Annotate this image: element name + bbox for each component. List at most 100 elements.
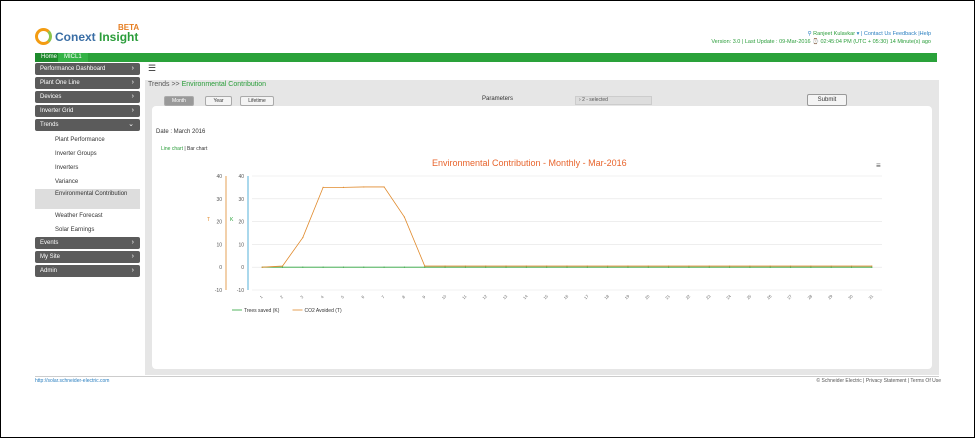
data-point (830, 265, 832, 267)
data-point (789, 266, 792, 268)
left-axis-label: T (207, 217, 210, 223)
data-point (586, 265, 588, 267)
sidebar-item-inverter-grid[interactable]: Inverter Grid › (35, 105, 140, 117)
data-point (363, 266, 365, 268)
x-tick-label: 12 (481, 293, 488, 300)
chevron-right-icon: › (131, 239, 134, 246)
x-tick-label: 1 (259, 294, 265, 300)
data-point (647, 265, 649, 267)
sidebar-subitem-environmental-contribution[interactable]: Environmental Contribution (35, 189, 140, 209)
sidebar-item-trends[interactable]: Trends ⌄ (35, 119, 140, 131)
sidebar-item-label: Admin (40, 268, 58, 274)
submit-button[interactable]: Submit (807, 94, 847, 106)
data-point (607, 265, 609, 267)
user-dropdown-icon[interactable]: ▾ | (855, 31, 864, 37)
data-point (871, 266, 873, 268)
sidebar-item-label: Devices (40, 94, 62, 100)
sidebar-item-devices[interactable]: Devices › (35, 91, 140, 103)
legend-label: CO2 Avoided (T) (305, 308, 342, 314)
right-axis-label: K (230, 217, 234, 223)
footer-link[interactable]: http://solar.schneider-electric.com (35, 378, 109, 384)
chart: -10 -100 010 1020 2030 3040 40T K1 2 3 4 5 6 7 8 9 10 11 1… (207, 174, 882, 314)
data-point (342, 186, 345, 188)
chevron-right-icon: › (131, 93, 134, 100)
data-point (505, 265, 507, 267)
logo-mark-icon (35, 28, 52, 45)
parameters-label: Parameters (482, 96, 514, 102)
chart-type-links: Line chart | Bar chart (161, 146, 207, 152)
sidebar-subitem-plant-performance[interactable]: Plant Performance (35, 133, 140, 147)
brand-name-1: Conext (55, 30, 100, 44)
date-line: Date : March 2016 (156, 129, 206, 135)
x-tick-label: 20 (644, 293, 651, 300)
x-tick-label: 24 (725, 293, 732, 300)
data-point (810, 265, 812, 267)
sidebar-item-label: Inverter Grid (40, 108, 74, 114)
sidebar-subitem-variance[interactable]: Variance (35, 175, 140, 189)
line-chart-link[interactable]: Line chart (161, 146, 183, 152)
data-point (789, 265, 792, 267)
chevron-right-icon: › (131, 253, 134, 260)
sidebar-subitem-inverter-groups[interactable]: Inverter Groups (35, 147, 140, 161)
sidebar-subitem-weather-forecast[interactable]: Weather Forecast (35, 209, 140, 223)
sidebar-subitem-inverters[interactable]: Inverters (35, 161, 140, 175)
sidebar-item-label: My Site (40, 254, 61, 260)
x-tick-label: 22 (685, 293, 692, 300)
sidebar-item-performance-dashboard[interactable]: Performance Dashboard › (35, 63, 140, 75)
y-tick-label-right: -10 (237, 288, 244, 294)
data-point (647, 266, 649, 268)
parameters-select[interactable]: › 2 - selected (575, 96, 652, 105)
chevron-right-icon: › (131, 107, 134, 114)
x-tick-label: 7 (380, 294, 386, 300)
data-point (830, 266, 832, 268)
y-tick-label-left: 40 (216, 174, 222, 180)
x-tick-label: 25 (746, 293, 753, 300)
data-point (566, 266, 568, 268)
data-point (769, 266, 771, 268)
sidebar-item-my-site[interactable]: My Site › (35, 251, 140, 263)
data-point (444, 265, 446, 267)
breadcrumb-site[interactable]: MICL1 (58, 53, 88, 62)
x-tick-label: 9 (421, 294, 427, 300)
sidebar-item-plant-one-line[interactable]: Plant One Line › (35, 77, 140, 89)
data-point (607, 266, 609, 268)
chevron-right-icon: › (131, 65, 134, 72)
data-point (281, 265, 284, 267)
data-point (627, 266, 629, 268)
footer-legal[interactable]: © Schneider Electric | Privacy Statement… (816, 378, 941, 384)
header-links[interactable]: Contact Us Feedback |Help (864, 31, 931, 37)
data-point (424, 266, 426, 268)
sidebar-item-events[interactable]: Events › (35, 237, 140, 249)
page-title-current: Environmental Contribution (181, 81, 267, 88)
x-tick-label: 10 (441, 293, 448, 300)
y-tick-label-right: 0 (241, 265, 244, 271)
data-point (525, 266, 527, 268)
x-tick-label: 5 (340, 294, 346, 300)
menu-toggle-icon[interactable]: ☰ (146, 64, 158, 74)
x-tick-label: 15 (542, 293, 549, 300)
data-point (525, 265, 527, 267)
period-year-button[interactable]: Year (205, 96, 232, 106)
user-line: ⚲ Ranjeet Kulavkar ▾ | Contact Us Feedba… (808, 31, 931, 37)
brand-name-2: Insight (99, 30, 139, 44)
data-point (749, 266, 751, 268)
y-tick-label-right: 30 (238, 197, 244, 203)
chevron-right-icon: › (131, 79, 134, 86)
sidebar-subitem-solar-earnings[interactable]: Solar Earnings (35, 223, 140, 237)
sidebar-item-admin[interactable]: Admin › (35, 265, 140, 277)
user-name[interactable]: Ranjeet Kulavkar (813, 31, 855, 37)
data-point (871, 265, 873, 267)
data-point (281, 266, 284, 268)
main-panel: Trends >> Environmental Contribution Mon… (145, 80, 939, 375)
x-tick-label: 4 (320, 294, 326, 300)
parameters-select-value: 2 - selected (582, 97, 608, 103)
y-tick-label-left: 0 (219, 265, 222, 271)
data-point (708, 266, 710, 268)
data-point (302, 236, 304, 239)
bar-chart-link[interactable]: Bar chart (187, 146, 207, 152)
period-lifetime-button[interactable]: Lifetime (240, 96, 274, 106)
period-month-button[interactable]: Month (164, 96, 194, 106)
data-point (403, 216, 406, 218)
data-point (546, 265, 548, 267)
sidebar-item-label: Trends (40, 122, 59, 128)
